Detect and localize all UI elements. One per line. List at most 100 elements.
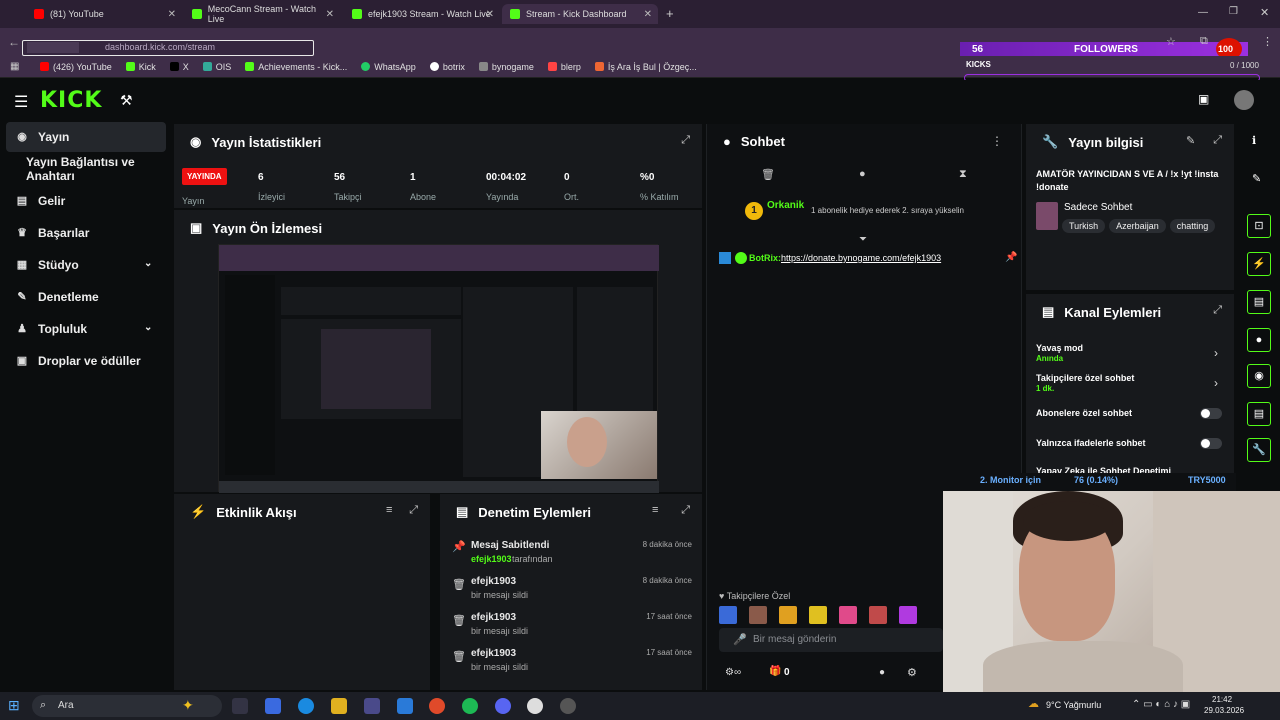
tag[interactable]: Azerbaijan: [1109, 219, 1166, 233]
emote-only-toggle[interactable]: [1200, 438, 1222, 449]
close-icon[interactable]: ✕: [326, 9, 334, 20]
category-name[interactable]: Sadece Sohbet: [1064, 202, 1132, 213]
sidebar-item-basarilar[interactable]: ♛ Başarılar: [6, 218, 166, 248]
bookmark-youtube[interactable]: (426) YouTube: [40, 62, 112, 72]
chat-input[interactable]: 🎤 Bir mesaj gönderin: [719, 628, 943, 652]
pin-icon[interactable]: 📌: [1005, 252, 1017, 263]
followers-only-chat-row[interactable]: Takipçilere özel sohbet 1 dk. ›: [1026, 372, 1234, 396]
apps-grid-icon[interactable]: ▦: [10, 61, 19, 72]
points-icon[interactable]: ⚙∞: [725, 667, 741, 678]
copilot-icon[interactable]: [265, 698, 281, 714]
chat-bubble-icon[interactable]: ●: [859, 168, 866, 180]
screen-icon[interactable]: ▣: [1198, 92, 1209, 106]
expand-icon[interactable]: ⤢: [409, 504, 418, 517]
rail-button-document-icon[interactable]: ▤: [1247, 290, 1271, 314]
chevron-down-icon[interactable]: ⌄: [144, 322, 152, 333]
bookmark-achievements[interactable]: Achievements - Kick...: [245, 62, 347, 72]
app-icon[interactable]: [560, 698, 576, 714]
sidebar-item-topluluk[interactable]: ♟ Topluluk ⌄: [6, 314, 166, 344]
kick-logo[interactable]: KICK: [40, 88, 102, 113]
sidebar-item-droplar[interactable]: ▣ Droplar ve ödüller: [6, 346, 166, 376]
new-tab-button[interactable]: +: [666, 6, 674, 21]
mail-icon[interactable]: [397, 698, 413, 714]
rail-button-lightning-icon[interactable]: ⚡: [1247, 252, 1271, 276]
file-explorer-icon[interactable]: [331, 698, 347, 714]
preview-video[interactable]: [218, 244, 659, 493]
edge-icon[interactable]: [298, 698, 314, 714]
bookmark-ois[interactable]: OIS: [202, 62, 231, 72]
tag[interactable]: chatting: [1169, 219, 1216, 233]
rail-button-broadcast-icon[interactable]: ◉: [1247, 364, 1271, 388]
rail-button-chat-icon[interactable]: ●: [1247, 328, 1271, 352]
emote-icon[interactable]: [749, 606, 767, 624]
hamburger-menu-icon[interactable]: ☰: [14, 92, 28, 112]
chevron-down-icon[interactable]: ⌄: [144, 258, 152, 269]
emote-icon[interactable]: [809, 606, 827, 624]
bookmark-kick[interactable]: Kick: [125, 62, 156, 72]
bookmark-is-ara[interactable]: İş Ara İş Bul | Özgeç...: [594, 62, 697, 72]
gift-icon[interactable]: 🎁: [769, 666, 781, 677]
emote-icon[interactable]: [839, 606, 857, 624]
task-view-icon[interactable]: [232, 698, 248, 714]
close-icon[interactable]: ✕: [486, 9, 494, 20]
chat-bubble-icon[interactable]: ●: [879, 667, 885, 678]
bookmark-bynogame[interactable]: bynogame: [478, 62, 534, 72]
spotify-icon[interactable]: [462, 698, 478, 714]
expand-icon[interactable]: ⤢: [1213, 304, 1222, 317]
collapse-icon[interactable]: ⏷: [859, 234, 867, 245]
minimize-icon[interactable]: —: [1198, 7, 1208, 18]
bookmark-blerp[interactable]: blerp: [547, 62, 581, 72]
filter-icon[interactable]: ≡: [386, 504, 392, 516]
hammer-icon[interactable]: ⚒: [120, 92, 133, 109]
back-icon[interactable]: ←: [8, 35, 20, 49]
taskbar-search[interactable]: ⌕ Ara ✦: [32, 695, 222, 717]
mic-icon[interactable]: 🎤: [733, 633, 747, 646]
edit-icon[interactable]: ✎: [1252, 172, 1261, 185]
donate-link[interactable]: https://donate.bynogame.com/efejk1903: [781, 253, 941, 263]
bookmark-star-icon[interactable]: ☆: [1166, 35, 1176, 48]
info-icon[interactable]: ℹ: [1252, 134, 1256, 147]
avatar[interactable]: [1234, 90, 1254, 110]
bookmark-x[interactable]: X: [169, 62, 189, 72]
close-window-icon[interactable]: ✕: [1260, 6, 1269, 19]
windows-start-icon[interactable]: ⊞: [8, 697, 20, 714]
filter-icon[interactable]: ≡: [652, 504, 658, 516]
tab-mecocann[interactable]: MecoCann Stream - Watch Live ✕: [184, 4, 340, 24]
store-icon[interactable]: [364, 698, 380, 714]
hourglass-icon[interactable]: ⧗: [959, 168, 967, 181]
sidebar-item-yayin[interactable]: ◉ Yayın: [6, 122, 166, 152]
sidebar-item-gelir[interactable]: ▤ Gelir: [6, 186, 166, 216]
edit-icon[interactable]: ✎: [1186, 134, 1195, 147]
expand-icon[interactable]: ⤢: [681, 134, 690, 147]
menu-dots-icon[interactable]: ⋮: [991, 134, 1003, 148]
rail-button-target-icon[interactable]: ⊡: [1247, 214, 1271, 238]
expand-icon[interactable]: ⤢: [681, 504, 690, 517]
tab-youtube[interactable]: (81) YouTube ✕: [26, 4, 182, 24]
bookmark-whatsapp[interactable]: WhatsApp: [361, 62, 416, 72]
chevron-right-icon[interactable]: ›: [1214, 346, 1218, 360]
rail-button-actions-icon[interactable]: ▤: [1247, 402, 1271, 426]
sidebar-item-stream-key[interactable]: Yayın Bağlantısı ve Anahtarı: [16, 154, 176, 184]
discord-icon[interactable]: [495, 698, 511, 714]
close-icon[interactable]: ✕: [644, 9, 652, 20]
obs-icon[interactable]: [527, 698, 543, 714]
tag[interactable]: Turkish: [1062, 219, 1106, 233]
chrome-icon[interactable]: [429, 698, 445, 714]
rail-button-wrench-icon[interactable]: 🔧: [1247, 438, 1271, 462]
trash-icon[interactable]: 🗑: [761, 168, 775, 181]
sidebar-item-studyo[interactable]: ▦ Stüdyo ⌄: [6, 250, 166, 280]
close-icon[interactable]: ✕: [168, 9, 176, 20]
url-field[interactable]: dashboard.kick.com/stream: [22, 40, 314, 56]
bookmark-botrix[interactable]: botrix: [429, 62, 465, 72]
menu-dots-icon[interactable]: ⋮: [1262, 35, 1273, 48]
chevron-right-icon[interactable]: ›: [1214, 376, 1218, 390]
tray-icons[interactable]: ⌃ ▭ ◐ ⌂ ♪ ▣: [1132, 699, 1190, 710]
expand-icon[interactable]: ⤢: [1213, 134, 1222, 147]
slow-mode-row[interactable]: Yavaş mod Anında ›: [1026, 342, 1234, 366]
sub-only-toggle[interactable]: [1200, 408, 1222, 419]
maximize-icon[interactable]: ❐: [1229, 6, 1238, 17]
emote-icon[interactable]: [869, 606, 887, 624]
settings-icon[interactable]: ⚙: [907, 666, 917, 679]
emote-icon[interactable]: [899, 606, 917, 624]
sidebar-item-denetleme[interactable]: ✎ Denetleme: [6, 282, 166, 312]
